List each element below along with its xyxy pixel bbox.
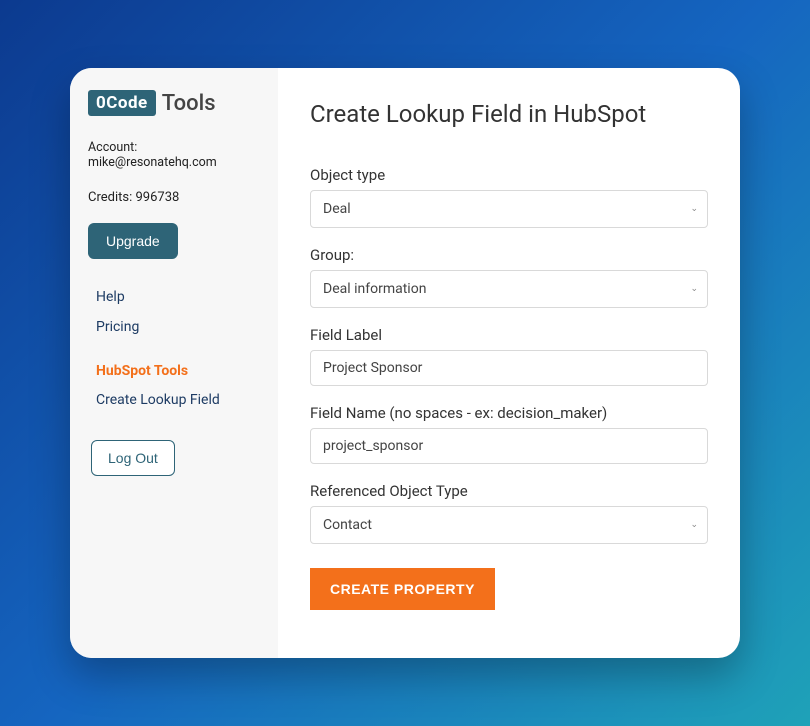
page-title: Create Lookup Field in HubSpot: [310, 100, 708, 128]
upgrade-button[interactable]: Upgrade: [88, 223, 178, 259]
field-label: Field Label: [310, 326, 708, 386]
input-field-name[interactable]: [310, 428, 708, 464]
select-referenced-type[interactable]: Contact: [310, 506, 708, 544]
logo: 0Code Tools: [88, 90, 262, 116]
logout-button[interactable]: Log Out: [91, 440, 175, 476]
nav-tools: HubSpot Tools Create Lookup Field: [88, 363, 262, 408]
field-object-type: Object type Deal ⌄: [310, 166, 708, 228]
input-field-label[interactable]: [310, 350, 708, 386]
logo-badge: 0Code: [88, 90, 156, 116]
field-name: Field Name (no spaces - ex: decision_mak…: [310, 404, 708, 464]
label-field-label: Field Label: [310, 326, 708, 344]
label-field-name: Field Name (no spaces - ex: decision_mak…: [310, 404, 708, 422]
field-group: Group: Deal information ⌄: [310, 246, 708, 308]
field-referenced-type: Referenced Object Type Contact ⌄: [310, 482, 708, 544]
app-card: 0Code Tools Account: mike@resonatehq.com…: [70, 68, 740, 658]
create-property-button[interactable]: CREATE PROPERTY: [310, 568, 495, 610]
label-object-type: Object type: [310, 166, 708, 184]
credits-label: Credits: 996738: [88, 190, 262, 205]
logo-text: Tools: [162, 91, 216, 116]
label-referenced-type: Referenced Object Type: [310, 482, 708, 500]
sidebar: 0Code Tools Account: mike@resonatehq.com…: [70, 68, 278, 658]
select-object-type[interactable]: Deal: [310, 190, 708, 228]
nav-primary: Help Pricing: [88, 289, 262, 335]
nav-help[interactable]: Help: [88, 289, 262, 305]
nav-tools-heading: HubSpot Tools: [88, 363, 262, 379]
label-group: Group:: [310, 246, 708, 264]
nav-create-lookup-field[interactable]: Create Lookup Field: [88, 392, 262, 408]
account-label: Account: mike@resonatehq.com: [88, 140, 262, 170]
select-group[interactable]: Deal information: [310, 270, 708, 308]
nav-pricing[interactable]: Pricing: [88, 319, 262, 335]
main-panel: Create Lookup Field in HubSpot Object ty…: [278, 68, 740, 658]
